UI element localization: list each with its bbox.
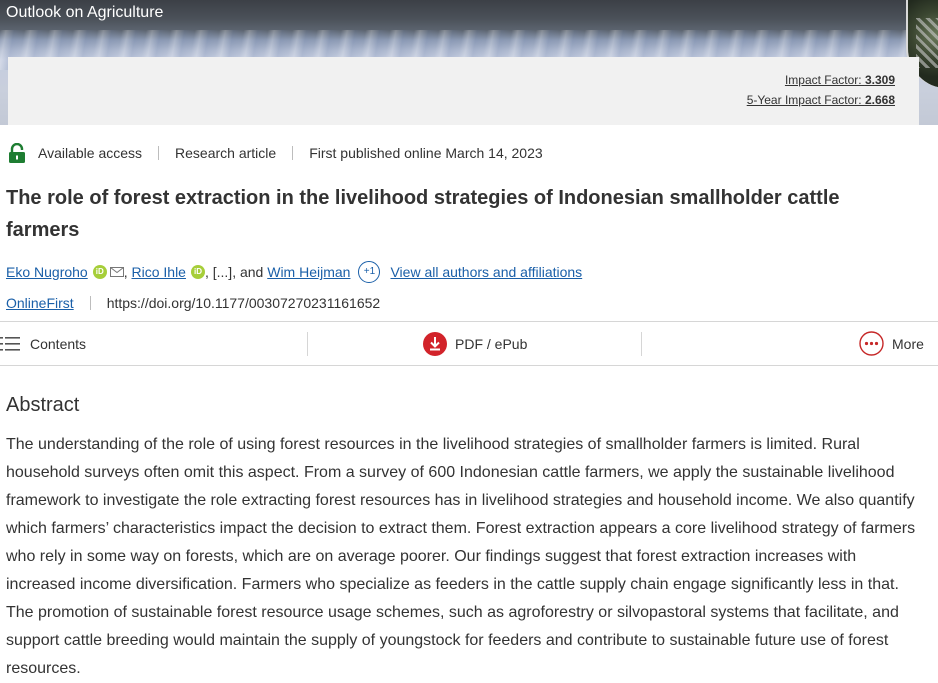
five-year-impact-label: 5-Year Impact Factor: <box>746 93 865 107</box>
author-ellipsis: , [...], and <box>204 264 268 280</box>
author-link[interactable]: Wim Heijman <box>267 264 350 280</box>
impact-factor-value: 3.309 <box>864 73 895 87</box>
comma: , <box>123 264 132 280</box>
download-icon <box>423 331 447 356</box>
more-authors-badge[interactable]: +1 <box>358 261 381 283</box>
impact-factor-label: Impact Factor: <box>784 73 865 87</box>
authors-row: Eko Nugroho iD , Rico Ihle iD , [...], a… <box>6 260 582 284</box>
orcid-icon[interactable]: iD <box>92 265 107 279</box>
article-type: Research article <box>175 145 277 161</box>
access-label: Available access <box>38 145 143 161</box>
abstract-text: The understanding of the role of using f… <box>6 436 916 677</box>
more-button[interactable]: More <box>859 322 924 365</box>
divider <box>89 296 91 310</box>
divider <box>292 146 294 160</box>
doi-row: OnlineFirst https://doi.org/10.1177/0030… <box>6 292 380 314</box>
orcid-icon[interactable]: iD <box>190 265 205 279</box>
view-all-authors-link[interactable]: View all authors and affiliations <box>390 264 582 280</box>
journal-title[interactable]: Outlook on Agriculture <box>6 3 163 23</box>
publish-date: First published online March 14, 2023 <box>309 145 543 161</box>
abstract-heading: Abstract <box>6 394 80 416</box>
list-icon <box>0 336 20 351</box>
impact-factor-box: Impact Factor: 3.309 5-Year Impact Facto… <box>8 57 919 125</box>
toolbar-divider <box>307 332 308 356</box>
online-first-link[interactable]: OnlineFirst <box>6 295 74 311</box>
toolbar-divider <box>641 332 642 356</box>
doi-link[interactable]: https://doi.org/10.1177/0030727023116165… <box>107 295 381 311</box>
article-toolbar: Contents PDF / ePub More <box>0 321 938 366</box>
impact-factor-link[interactable]: Impact Factor: 3.309 <box>785 73 895 87</box>
five-year-impact-factor-link[interactable]: 5-Year Impact Factor: 2.668 <box>747 93 895 107</box>
contents-label: Contents <box>30 335 87 352</box>
more-dots-icon <box>859 331 884 356</box>
more-label: More <box>892 335 924 352</box>
pdf-label: PDF / ePub <box>455 335 528 352</box>
article-meta-row: Available access Research article First … <box>8 142 543 164</box>
article-title: The role of forest extraction in the liv… <box>6 187 840 241</box>
five-year-impact-value: 2.668 <box>864 93 895 107</box>
divider <box>158 146 160 160</box>
lock-open-icon <box>9 143 25 163</box>
author-link[interactable]: Rico Ihle <box>132 264 186 280</box>
email-icon[interactable] <box>109 267 124 277</box>
pdf-epub-button[interactable]: PDF / ePub <box>423 322 527 365</box>
contents-button[interactable]: Contents <box>0 322 86 365</box>
author-link[interactable]: Eko Nugroho <box>6 264 88 280</box>
